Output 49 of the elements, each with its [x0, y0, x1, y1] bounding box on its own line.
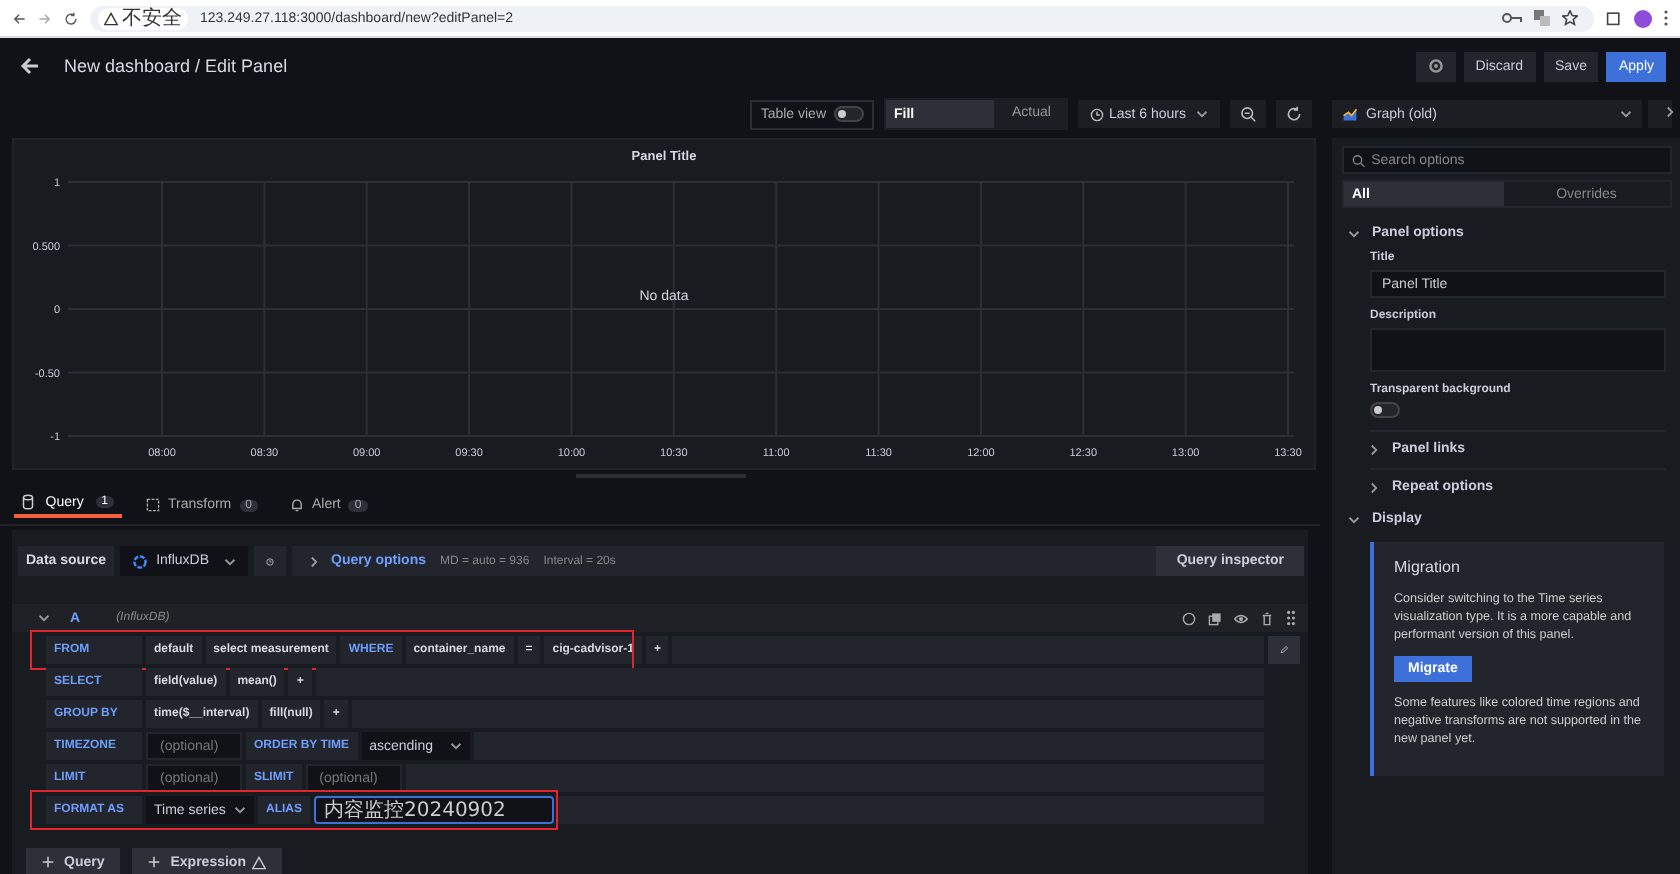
warning-icon [104, 11, 118, 25]
zoom-out-icon [1240, 106, 1256, 122]
alias-field[interactable]: 内容监控20240902 [314, 796, 554, 824]
chevron-icon [1666, 106, 1674, 118]
security-label: 不安全 [98, 7, 188, 29]
warning-icon [251, 855, 266, 869]
caret-icon [223, 557, 236, 565]
transparent-toggle[interactable] [1370, 402, 1400, 418]
caret-icon [449, 742, 462, 750]
refresh-icon [1286, 106, 1302, 122]
eye-icon[interactable] [1234, 611, 1248, 625]
bell-icon [289, 498, 304, 512]
settings-icon [1427, 58, 1444, 74]
search-icon [1352, 153, 1366, 167]
plus-icon [42, 856, 54, 868]
refresh-button[interactable] [1276, 100, 1312, 128]
plus-icon [148, 856, 161, 868]
card-title: Migration [1394, 558, 1462, 576]
key-icon[interactable] [1502, 12, 1522, 24]
duplicate-icon[interactable] [1208, 611, 1222, 625]
star-icon[interactable] [1562, 10, 1578, 26]
translate-icon[interactable] [1534, 10, 1550, 26]
transform-icon [146, 498, 160, 512]
caret-icon [1348, 229, 1360, 237]
clock-icon [1090, 107, 1105, 121]
reload-icon[interactable] [64, 11, 78, 25]
collapse-icon [38, 613, 50, 621]
help-button[interactable] [253, 546, 286, 576]
influxdb-icon [132, 553, 149, 569]
back-icon[interactable] [12, 11, 26, 25]
graph-icon [1342, 106, 1358, 122]
caret-icon [1196, 110, 1208, 118]
chevron-icon [1370, 481, 1378, 493]
page-title: New dashboard / Edit Panel [64, 56, 288, 76]
extension-icon[interactable] [1606, 10, 1622, 26]
caret-icon [1348, 515, 1360, 523]
trash-icon[interactable] [1260, 611, 1274, 625]
pencil-icon [1280, 642, 1288, 658]
chevron-icon [1370, 443, 1378, 455]
chevron-icon [309, 555, 318, 567]
avatar[interactable] [1634, 9, 1652, 27]
zoom-out-button[interactable] [1230, 100, 1266, 128]
caret-icon [234, 806, 246, 814]
drag-handle-icon[interactable] [1286, 610, 1296, 626]
caret-icon [1620, 110, 1632, 118]
database-icon [22, 494, 34, 510]
settings-button[interactable] [1415, 51, 1456, 81]
collapse-button[interactable] [1648, 100, 1672, 128]
back-arrow-icon[interactable] [20, 56, 40, 76]
